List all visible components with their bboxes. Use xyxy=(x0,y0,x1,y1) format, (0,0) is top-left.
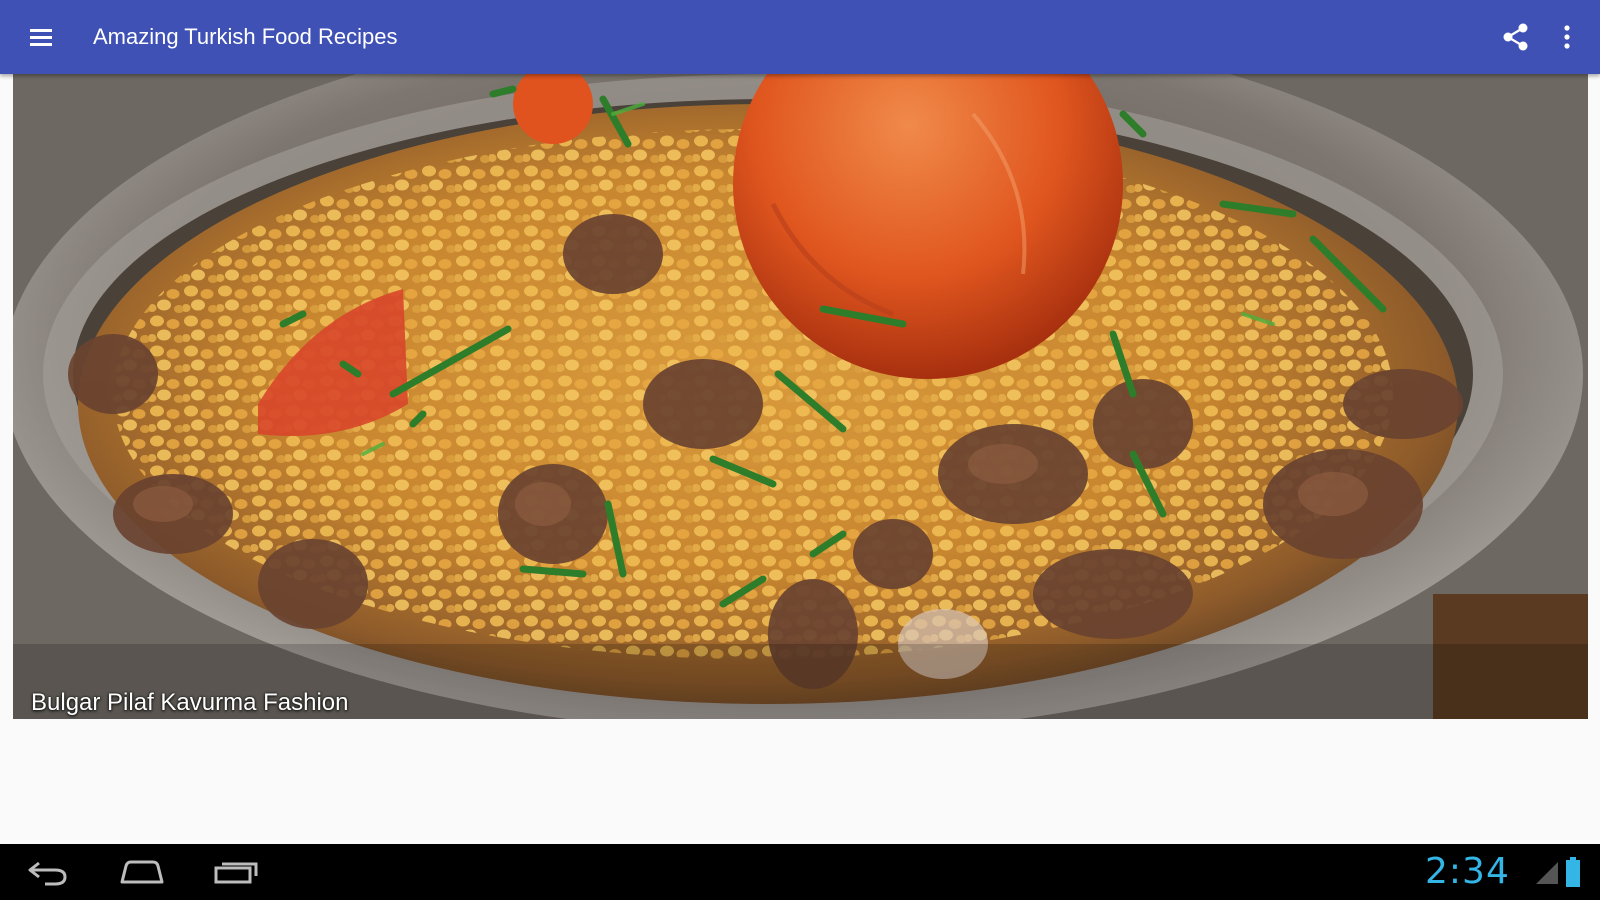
hamburger-menu-icon xyxy=(30,29,52,46)
home-button[interactable] xyxy=(114,852,170,892)
app-screen: Amazing Turkish Food Recipes Bulgar Pila… xyxy=(0,0,1600,900)
back-button[interactable] xyxy=(22,852,72,892)
overflow-menu-button[interactable] xyxy=(1552,17,1582,57)
app-title: Amazing Turkish Food Recipes xyxy=(93,24,398,49)
back-icon xyxy=(28,861,67,886)
more-vert-icon xyxy=(1564,25,1570,49)
system-navigation-bar: 2:34 xyxy=(0,844,1600,900)
app-bar: Amazing Turkish Food Recipes xyxy=(0,0,1600,74)
signal-icon xyxy=(1536,862,1558,884)
share-button[interactable] xyxy=(1498,17,1534,57)
status-clock: 2:34 xyxy=(1425,851,1510,892)
bulgur-pilaf-photo xyxy=(13,74,1588,719)
share-icon xyxy=(1503,23,1528,51)
recent-apps-button[interactable] xyxy=(208,852,264,892)
recipe-title: Bulgar Pilaf Kavurma Fashion xyxy=(31,689,349,716)
home-icon xyxy=(120,860,164,884)
recent-apps-icon xyxy=(214,862,258,884)
recipe-card[interactable]: Bulgar Pilaf Kavurma Fashion xyxy=(13,74,1588,719)
navigation-menu-button[interactable] xyxy=(20,17,62,57)
battery-icon xyxy=(1566,857,1580,887)
